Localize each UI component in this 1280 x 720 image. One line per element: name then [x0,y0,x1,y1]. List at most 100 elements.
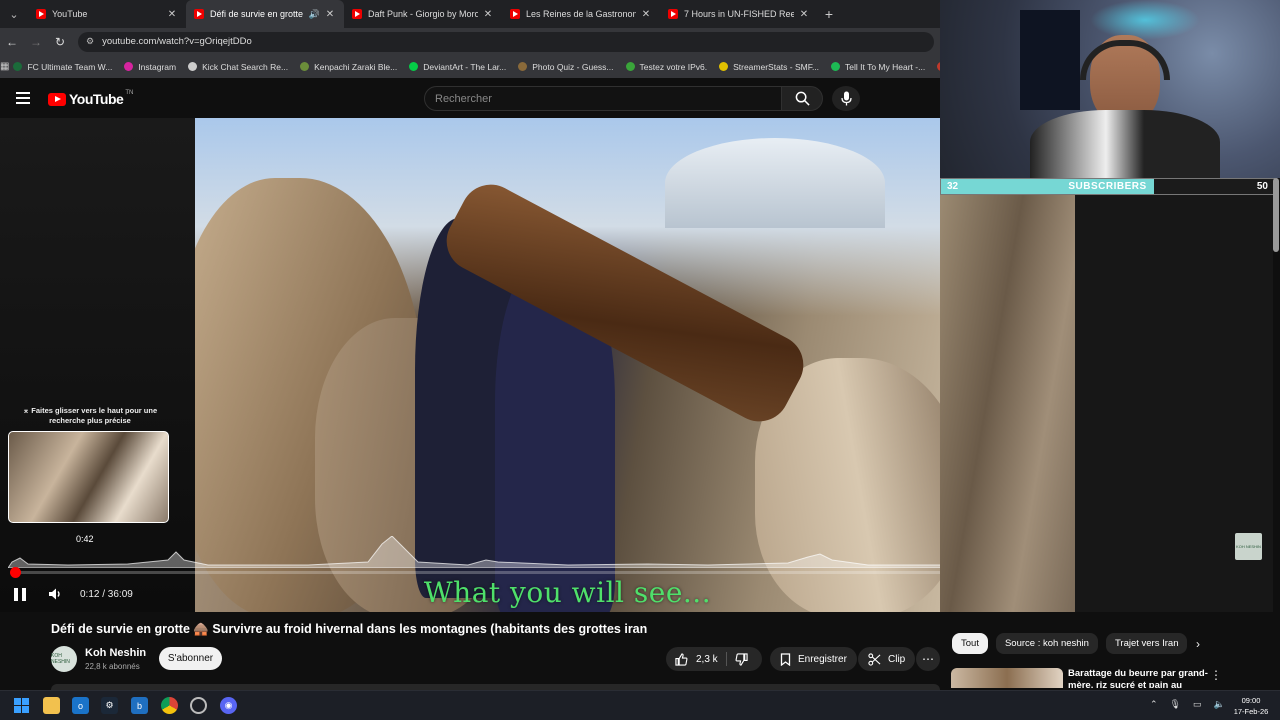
youtube-favicon-icon [194,9,204,19]
progress-bar[interactable] [12,571,940,574]
chips-next-chevron-icon[interactable]: › [1196,637,1200,651]
seek-preview-thumbnail [8,431,169,523]
close-tab-icon[interactable]: ✕ [482,9,494,20]
close-tab-icon[interactable]: ✕ [640,9,652,20]
outlook-icon[interactable]: o [72,697,89,714]
like-button[interactable]: 2,3 k [666,652,718,666]
bookmark-label: Photo Quiz - Guess... [532,61,614,72]
new-tab-button[interactable]: + [818,6,840,22]
bookmark-label: Testez votre IPv6. [639,61,708,72]
bookmark-favicon-icon [13,62,23,71]
hamburger-menu-icon[interactable] [16,92,30,104]
youtube-favicon-icon [352,9,362,19]
like-dislike-group: 2,3 k [666,647,762,671]
bookmark-item[interactable]: DeviantArt - The Lar... [409,62,506,72]
clip-button[interactable]: Clip [858,647,916,671]
video-title: Défi de survie en grotte 🛖 Survivre au f… [51,622,648,636]
recommended-more-icon[interactable]: ⋮ [1210,668,1222,682]
bookmark-icon [780,652,791,666]
file-explorer-icon[interactable] [43,697,60,714]
tab-video-active[interactable]: Défi de survie en grotte 🛖🔊✕ [186,0,344,28]
windows-start-icon[interactable] [13,697,30,714]
webcam-shelf [1020,10,1080,110]
recommended-title[interactable]: Barattage du beurre par grand-mère, riz … [1068,668,1208,688]
youtube-play-logo-icon [48,92,66,106]
bookmark-label: FC Ultimate Team W... [27,61,113,72]
youtube-logo[interactable]: YouTube TN [48,90,133,107]
chip-trajet[interactable]: Trajet vers Iran [1105,633,1188,654]
discord-icon[interactable]: ◉ [220,697,237,714]
most-replayed-heatmap [8,536,940,568]
save-button[interactable]: Enregistrer [770,647,857,671]
back-button[interactable]: ← [0,35,24,49]
apps-grid-icon[interactable]: ▦ [0,61,9,72]
tray-chevron-icon[interactable]: ⌃ [1150,699,1158,710]
bookmark-favicon-icon [719,62,729,71]
video-player[interactable]: What you will see... ⌅ Faites glisser ve… [0,118,940,612]
bookmark-label: Kick Chat Search Re... [202,61,289,72]
bookmark-item[interactable]: FC Ultimate Team W... [13,62,112,72]
bookmark-favicon-icon [409,62,419,71]
site-info-icon[interactable]: ⚙ [86,36,94,47]
channel-watermark[interactable]: KOH NESHIN [1235,533,1262,560]
audio-playing-icon[interactable]: 🔊 [309,9,320,20]
youtube-favicon-icon [36,9,46,19]
page-scrollbar[interactable] [1273,178,1279,252]
display-tray-icon[interactable]: ▭ [1193,699,1202,710]
like-count: 2,3 k [696,653,718,665]
bookmark-favicon-icon [188,62,198,71]
close-tab-icon[interactable]: ✕ [798,9,810,20]
voice-search-button[interactable] [832,86,860,111]
more-actions-icon[interactable]: ⋯ [916,647,940,671]
pause-icon[interactable] [14,587,26,601]
subscriber-goal: 50 [1256,181,1268,192]
channel-avatar[interactable]: KOH NESHIN [51,646,77,672]
chip-all[interactable]: Tout [952,633,988,654]
chrome-icon[interactable] [161,697,178,714]
subscriber-label: SUBSCRIBERS [1068,181,1147,192]
clock-date: 17-Feb-26 [1233,707,1269,716]
bookmark-label: StreamerStats - SMF... [733,61,820,72]
speaker-tray-icon[interactable]: 🔈 [1214,699,1225,710]
edge-icon[interactable]: b [131,697,148,714]
bookmark-favicon-icon [831,62,841,71]
bookmark-label: DeviantArt - The Lar... [423,61,507,72]
bookmarks-bar: ▦ FC Ultimate Team W... Instagram Kick Cha… [0,55,940,78]
progress-scrubber-handle[interactable] [10,567,21,578]
bookmark-item[interactable]: Photo Quiz - Guess... [518,61,614,72]
tab-daft-punk[interactable]: Daft Punk - Giorgio by Morode ✕ [344,0,502,28]
forward-button[interactable]: → [24,35,48,49]
bookmark-item[interactable]: Kenpachi Zaraki Ble... [300,62,397,72]
subscribe-button[interactable]: S'abonner [159,647,222,670]
steam-icon[interactable]: ⚙ [101,697,118,714]
chrome-alt-icon[interactable] [190,697,207,714]
bookmark-favicon-icon [124,62,134,71]
tab-youtube[interactable]: YouTube ✕ [28,0,186,28]
taskbar-clock[interactable]: 09:00 17-Feb-26 [1226,695,1276,717]
bookmark-label: Instagram [138,61,177,72]
url-field[interactable]: ⚙ youtube.com/watch?v=gOriqejtDDo [78,31,934,52]
recommended-thumbnail[interactable] [951,668,1063,688]
bookmark-item[interactable]: Instagram [124,62,176,72]
system-tray: ⌃ 🎙 ▭ 🔈 [1150,699,1237,710]
channel-name[interactable]: Koh Neshin [85,647,146,659]
tab-gastronomie[interactable]: Les Reines de la Gastronomie d✕ [502,0,660,28]
bookmark-item[interactable]: StreamerStats - SMF... [719,62,819,72]
thumbs-down-icon[interactable] [735,652,748,666]
video-frame-right-edge [940,195,1075,612]
volume-icon[interactable] [48,587,62,601]
bookmark-label: Kenpachi Zaraki Ble... [314,61,398,72]
close-tab-icon[interactable]: ✕ [324,9,336,20]
tab-reef[interactable]: 7 Hours in UN-FISHED Reef Ho✕ [660,0,818,28]
chip-source[interactable]: Source : koh neshin [995,633,1098,654]
bookmark-item[interactable]: Kick Chat Search Re... [188,62,288,72]
microphone-tray-icon[interactable]: 🎙 [1170,699,1181,710]
search-input[interactable] [425,87,781,110]
youtube-header: YouTube TN [0,78,940,118]
bookmark-item[interactable]: Testez votre IPv6. [625,61,708,72]
tab-search-icon[interactable]: ⌄ [0,0,28,28]
reload-button[interactable]: ↻ [48,35,72,49]
close-tab-icon[interactable]: ✕ [166,9,178,20]
search-button[interactable] [781,86,823,111]
bookmark-item[interactable]: Tell It To My Heart -... [831,62,925,72]
